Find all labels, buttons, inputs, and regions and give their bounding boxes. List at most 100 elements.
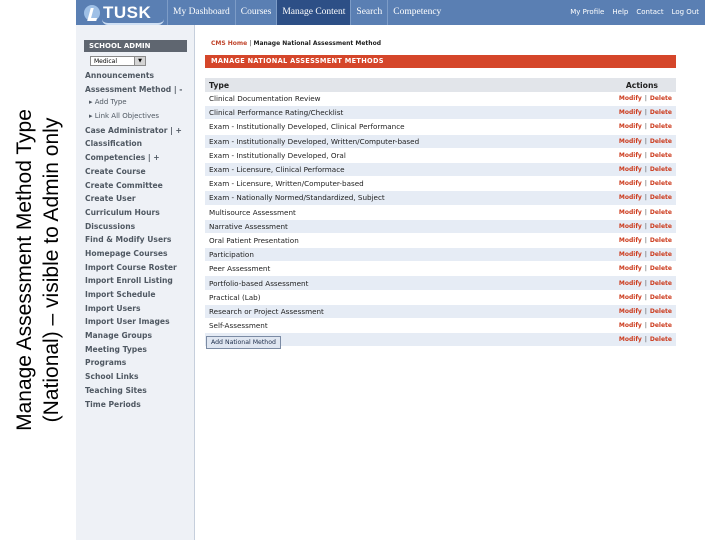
tab-manage-content[interactable]: Manage Content [276,0,351,25]
sidebar-subitem-add-type[interactable]: ▸ Add Type [85,96,191,110]
sidebar-item-create-course[interactable]: Create Course [85,165,191,179]
delete-link[interactable]: Delete [650,194,672,201]
modify-link[interactable]: Modify [619,180,642,187]
action-separator: | [644,322,647,330]
top-navigation-bar: TUSK My Dashboard Courses Manage Content… [76,0,705,25]
delete-link[interactable]: Delete [650,336,672,343]
modify-link[interactable]: Modify [619,152,642,159]
delete-link[interactable]: Delete [650,180,672,187]
row-actions-cell: Modify | Delete [572,205,676,220]
modify-link[interactable]: Modify [619,209,642,216]
tab-search[interactable]: Search [350,0,387,25]
modify-link[interactable]: Modify [619,308,642,315]
sidebar-item-manage-groups[interactable]: Manage Groups [85,329,191,343]
tab-courses[interactable]: Courses [234,0,277,25]
tab-my-dashboard[interactable]: My Dashboard [167,0,235,25]
sidebar-item-find-modify-users[interactable]: Find & Modify Users [85,233,191,247]
modify-link[interactable]: Modify [619,123,642,130]
slide-caption: Manage Assessment Method Type (National)… [0,0,76,540]
row-actions-cell: Modify | Delete [572,332,676,348]
modify-link[interactable]: Modify [619,265,642,272]
modify-link[interactable]: Modify [619,166,642,173]
modify-link[interactable]: Modify [619,237,642,244]
table-header-row: Type Actions [205,78,676,92]
modify-link[interactable]: Modify [619,138,642,145]
sidebar-item-discussions[interactable]: Discussions [85,220,191,234]
delete-link[interactable]: Delete [650,294,672,301]
my-profile-link[interactable]: My Profile [566,0,608,25]
delete-link[interactable]: Delete [650,322,672,329]
table-row: Narrative Assessment Modify | Delete [205,219,676,234]
method-type-cell: Clinical Performance Rating/Checklist [205,105,573,121]
delete-link[interactable]: Delete [650,123,672,130]
modify-link[interactable]: Modify [619,223,642,230]
delete-link[interactable]: Delete [650,138,672,145]
delete-link[interactable]: Delete [650,280,672,287]
sidebar-item-school-links[interactable]: School Links [85,370,191,384]
modify-link[interactable]: Modify [619,280,642,287]
table-row: Multisource Assessment Modify | Delete [205,205,676,220]
method-type-cell: Practical (Lab) [205,290,573,305]
sidebar-subitem-link-all-objectives[interactable]: ▸ Link All Objectives [85,110,191,124]
delete-link[interactable]: Delete [650,152,672,159]
chevron-down-icon[interactable]: ▼ [134,57,145,65]
sidebar-item-meeting-types[interactable]: Meeting Types [85,343,191,357]
sidebar-item-announcements[interactable]: Announcements [85,69,191,83]
method-type-cell: Exam - Nationally Normed/Standardized, S… [205,190,573,206]
sidebar-item-case-administrator[interactable]: Case Administrator | + [85,124,191,138]
sidebar-item-homepage-courses[interactable]: Homepage Courses [85,247,191,261]
method-type-cell: Clinical Documentation Review [205,92,573,107]
delete-link[interactable]: Delete [650,95,672,102]
caption-line-2: (National) – visible to Admin only [40,117,63,423]
delete-link[interactable]: Delete [650,109,672,116]
contact-link[interactable]: Contact [632,0,667,25]
action-separator: | [644,293,647,301]
sidebar-item-assessment-method[interactable]: Assessment Method | - [85,83,191,97]
sidebar-item-classification[interactable]: Classification [85,137,191,151]
delete-link[interactable]: Delete [650,166,672,173]
sidebar-item-programs[interactable]: Programs [85,356,191,370]
delete-link[interactable]: Delete [650,308,672,315]
modify-link[interactable]: Modify [619,294,642,301]
school-select[interactable]: Medical ▼ [90,56,146,66]
method-type-cell: Self-Assessment [205,318,573,334]
sidebar-item-create-user[interactable]: Create User [85,192,191,206]
modify-link[interactable]: Modify [619,194,642,201]
action-separator: | [644,109,647,117]
modify-link[interactable]: Modify [619,336,642,343]
sidebar-item-time-periods[interactable]: Time Periods [85,398,191,412]
delete-link[interactable]: Delete [650,237,672,244]
modify-link[interactable]: Modify [619,109,642,116]
modify-link[interactable]: Modify [619,322,642,329]
sidebar-item-create-committee[interactable]: Create Committee [85,179,191,193]
delete-link[interactable]: Delete [650,223,672,230]
sidebar-item-curriculum-hours[interactable]: Curriculum Hours [85,206,191,220]
sidebar-item-competencies[interactable]: Competencies | + [85,151,191,165]
row-actions-cell: Modify | Delete [572,290,676,305]
breadcrumb-cms-home[interactable]: CMS Home [211,40,247,47]
sidebar-item-import-enroll-listing[interactable]: Import Enroll Listing [85,274,191,288]
utility-links: My Profile Help Contact Log Out [566,0,703,25]
modify-link[interactable]: Modify [619,251,642,258]
table-row: Exam - Nationally Normed/Standardized, S… [205,190,676,206]
sidebar-item-teaching-sites[interactable]: Teaching Sites [85,384,191,398]
delete-link[interactable]: Delete [650,209,672,216]
help-link[interactable]: Help [608,0,632,25]
delete-link[interactable]: Delete [650,251,672,258]
tusk-logo[interactable]: TUSK [84,2,164,25]
sidebar-item-import-user-images[interactable]: Import User Images [85,315,191,329]
modify-link[interactable]: Modify [619,95,642,102]
table-row: Exam - Institutionally Developed, Clinic… [205,119,676,135]
sidebar-item-import-users[interactable]: Import Users [85,302,191,316]
action-separator: | [644,307,647,315]
row-actions-cell: Modify | Delete [572,134,676,149]
sidebar-item-import-schedule[interactable]: Import Schedule [85,288,191,302]
row-actions-cell: Modify | Delete [572,105,676,121]
log-out-link[interactable]: Log Out [668,0,703,25]
sidebar-item-import-course-roster[interactable]: Import Course Roster [85,261,191,275]
table-body: Clinical Documentation Review Modify | Dele… [205,92,676,348]
school-admin-sidebar: SCHOOL ADMIN Medical ▼ Announcements Ass… [76,25,195,540]
add-national-method-button[interactable]: Add National Method [206,336,281,349]
tab-competency[interactable]: Competency [387,0,446,25]
delete-link[interactable]: Delete [650,265,672,272]
